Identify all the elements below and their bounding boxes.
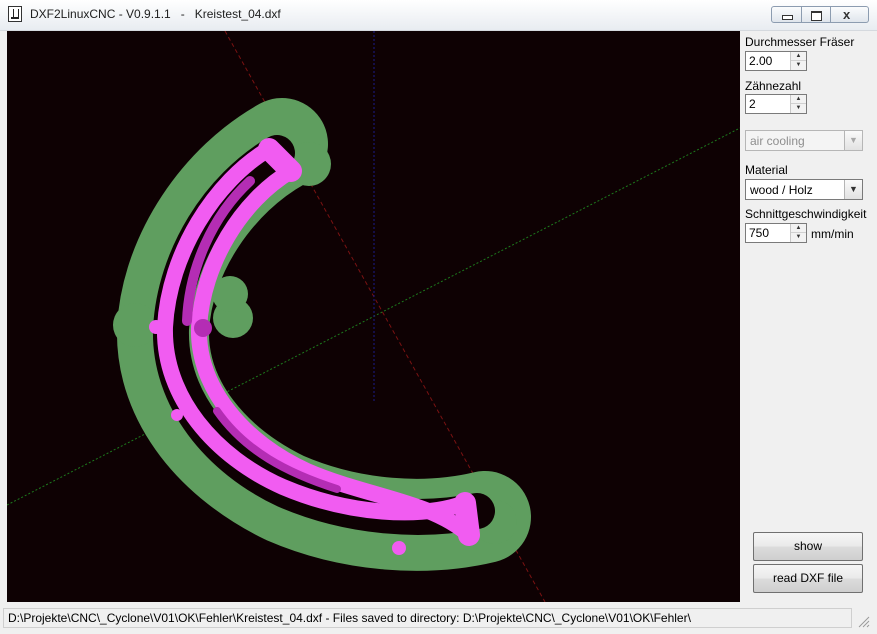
material-select[interactable]: wood / Holz ▼ (745, 179, 863, 200)
cutting-speed-unit: mm/min (811, 227, 854, 241)
teeth-count-label: Zähnezahl (745, 79, 802, 93)
spin-down-icon[interactable]: ▼ (791, 104, 806, 113)
cutting-speed-spinbox[interactable]: ▲▼ (745, 223, 807, 243)
status-bar: D:\Projekte\CNC\_Cyclone\V01\OK\Fehler\K… (0, 605, 877, 634)
cutter-diameter-input[interactable] (746, 52, 793, 70)
spin-down-icon[interactable]: ▼ (791, 233, 806, 242)
app-window: DXF2LinuxCNC - V0.9.1.1 - Kreistest_04.d… (0, 0, 877, 634)
spinner-arrows[interactable]: ▲ ▼ (790, 224, 806, 242)
teeth-count-spinbox[interactable]: ▲▼ (745, 94, 807, 114)
app-icon[interactable] (8, 6, 22, 22)
material-selected-value: wood / Holz (750, 183, 813, 197)
resize-grip-icon[interactable] (856, 614, 870, 628)
settings-panel: Durchmesser Fräser ▲▼ Zähnezahl ▲▼ air c… (740, 31, 877, 602)
title-bar[interactable]: DXF2LinuxCNC - V0.9.1.1 - Kreistest_04.d… (0, 0, 877, 31)
cooling-select: air cooling ▼ (745, 130, 863, 151)
spin-down-icon[interactable]: ▼ (791, 61, 806, 70)
cutter-diameter-spinbox[interactable]: ▲▼ (745, 51, 807, 71)
window-title: DXF2LinuxCNC - V0.9.1.1 - Kreistest_04.d… (30, 7, 281, 21)
spin-up-icon[interactable]: ▲ (791, 52, 806, 61)
chevron-down-icon[interactable]: ▼ (844, 180, 862, 199)
cutting-speed-input[interactable] (746, 224, 793, 242)
read-dxf-button[interactable]: read DXF file (753, 564, 863, 593)
spin-up-icon[interactable]: ▲ (791, 95, 806, 104)
spinner-arrows[interactable]: ▲ ▼ (790, 95, 806, 113)
close-icon: x (843, 7, 851, 22)
teeth-count-input[interactable] (746, 95, 793, 113)
spinner-arrows[interactable]: ▲ ▼ (790, 52, 806, 70)
maximize-button[interactable] (802, 6, 831, 23)
cooling-selected-value: air cooling (750, 134, 805, 148)
cutter-diameter-label: Durchmesser Fräser (745, 35, 855, 49)
chevron-down-icon: ▼ (844, 131, 862, 150)
maximize-icon (811, 11, 822, 21)
show-button[interactable]: show (753, 532, 863, 561)
close-button[interactable]: x (831, 6, 869, 23)
cutting-speed-label: Schnittgeschwindigkeit (745, 207, 867, 221)
minimize-icon (782, 15, 793, 20)
toolpath-view (7, 31, 740, 602)
material-label: Material (745, 163, 788, 177)
spin-up-icon[interactable]: ▲ (791, 224, 806, 233)
status-text: D:\Projekte\CNC\_Cyclone\V01\OK\Fehler\K… (3, 608, 852, 628)
minimize-button[interactable] (771, 6, 802, 23)
3d-preview-canvas[interactable] (7, 31, 740, 602)
